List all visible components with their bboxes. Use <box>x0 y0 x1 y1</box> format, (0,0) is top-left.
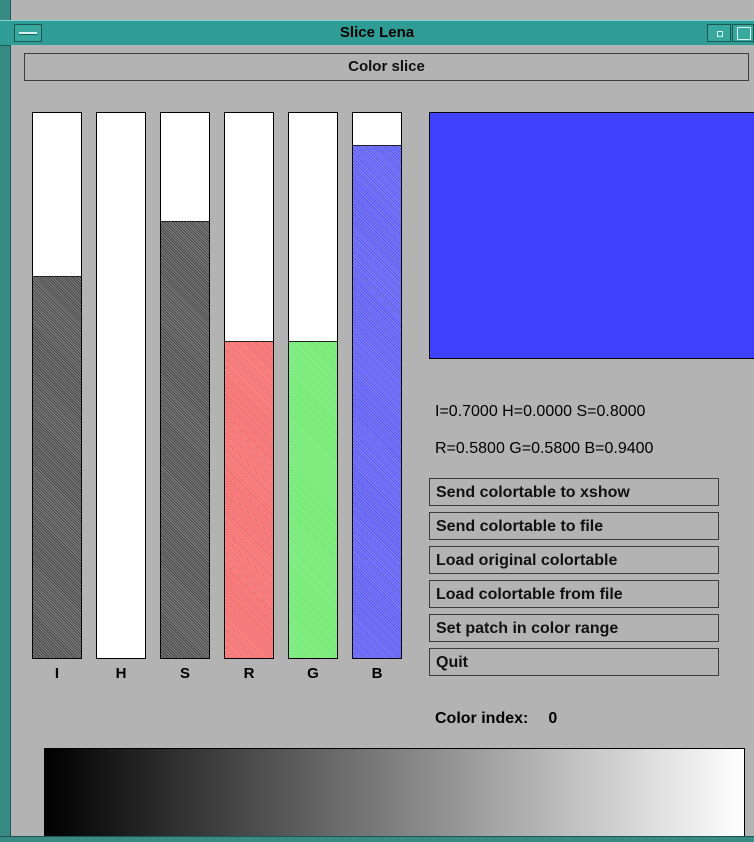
color-index-label: Color index: <box>435 710 529 727</box>
send-colortable-xshow-button[interactable]: Send colortable to xshow <box>429 478 719 506</box>
slider-b-label: B <box>371 665 383 682</box>
slider-r-fill <box>225 340 273 658</box>
load-colortable-file-button[interactable]: Load colortable from file <box>429 580 719 608</box>
slider-s-fill <box>161 221 209 658</box>
slider-r-label: R <box>243 665 255 682</box>
slider-s-label: S <box>179 665 190 682</box>
set-patch-color-range-button[interactable]: Set patch in color range <box>429 614 719 642</box>
color-index-value: 0 <box>548 710 558 727</box>
maximize-icon <box>737 27 751 40</box>
send-colortable-file-button[interactable]: Send colortable to file <box>429 512 719 540</box>
window-frame-bottom <box>0 836 754 842</box>
slice-lena-window: Slice Lena Color slice I H S R G B I=0.7… <box>0 0 754 842</box>
slider-i-label: I <box>54 665 60 682</box>
window-frame-left <box>0 0 11 842</box>
load-original-colortable-button[interactable]: Load original colortable <box>429 546 719 574</box>
slider-i[interactable] <box>32 112 82 659</box>
slider-h-label: H <box>115 665 127 682</box>
slider-b-fill <box>353 144 401 658</box>
window-title: Slice Lena <box>339 24 415 41</box>
color-slice-header[interactable]: Color slice <box>24 53 749 81</box>
slider-g[interactable] <box>288 112 338 659</box>
client-area: Color slice I H S R G B I=0.7000 H=0.000… <box>11 45 754 837</box>
slider-s[interactable] <box>160 112 210 659</box>
ihs-readout: I=0.7000 H=0.0000 S=0.8000 <box>435 403 646 420</box>
slider-r[interactable] <box>224 112 274 659</box>
colortable-gradient[interactable] <box>44 748 745 837</box>
quit-button[interactable]: Quit <box>429 648 719 676</box>
color-index: Color index: 0 <box>435 710 557 728</box>
slider-h[interactable] <box>96 112 146 659</box>
maximize-button[interactable] <box>732 24 754 42</box>
slider-g-label: G <box>307 665 319 682</box>
color-preview-swatch <box>429 112 754 359</box>
minimize-button[interactable] <box>707 24 731 42</box>
slider-b[interactable] <box>352 112 402 659</box>
minimize-icon <box>717 31 723 37</box>
slider-g-fill <box>289 340 337 658</box>
slider-i-fill <box>33 275 81 658</box>
rgb-readout: R=0.5800 G=0.5800 B=0.9400 <box>435 440 654 457</box>
title-bar[interactable]: Slice Lena <box>0 20 754 46</box>
